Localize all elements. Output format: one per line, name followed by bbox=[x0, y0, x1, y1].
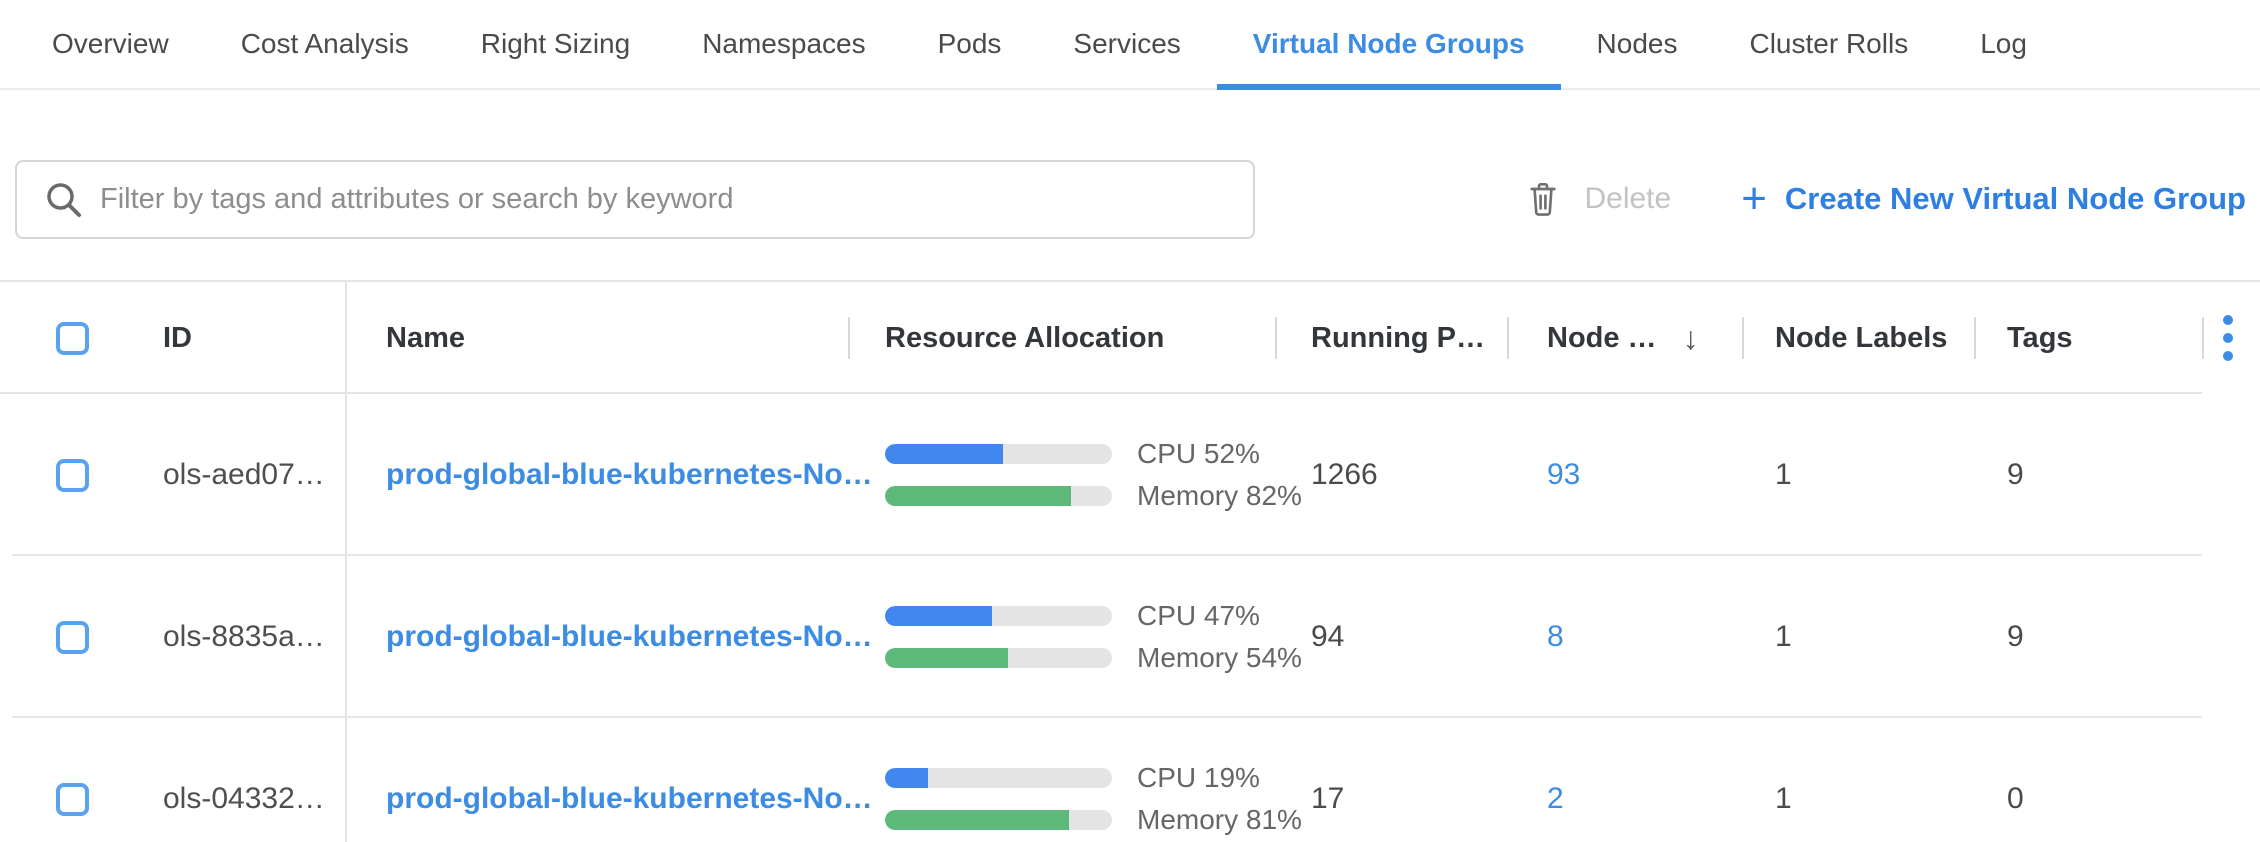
row-id: ols-8835a… bbox=[163, 620, 325, 654]
row-checkbox[interactable] bbox=[56, 621, 89, 654]
cpu-label: CPU 52% bbox=[1137, 438, 1260, 470]
cpu-label: CPU 19% bbox=[1137, 762, 1260, 794]
row-name-link[interactable]: prod-global-blue-kubernetes-No… bbox=[386, 620, 873, 654]
tab-namespaces[interactable]: Namespaces bbox=[666, 0, 901, 88]
column-header-running-pods[interactable]: Running P… bbox=[1311, 322, 1485, 355]
memory-bar bbox=[885, 486, 1112, 506]
filter-search-box[interactable] bbox=[15, 160, 1255, 239]
column-header-id[interactable]: ID bbox=[163, 322, 192, 355]
sort-desc-icon[interactable]: ↓ bbox=[1683, 320, 1699, 357]
delete-label: Delete bbox=[1584, 182, 1671, 216]
cpu-label: CPU 47% bbox=[1137, 600, 1260, 632]
tab-virtual-node-groups[interactable]: Virtual Node Groups bbox=[1217, 0, 1561, 88]
delete-button[interactable]: Delete bbox=[1527, 180, 1671, 218]
table-row: ols-04332… prod-global-blue-kubernetes-N… bbox=[0, 718, 2260, 842]
create-label: Create New Virtual Node Group bbox=[1785, 181, 2246, 217]
column-options-kebab-icon[interactable] bbox=[2223, 315, 2233, 361]
running-pods-value: 17 bbox=[1311, 782, 1344, 816]
nodes-count-link[interactable]: 93 bbox=[1547, 458, 1580, 492]
tab-pods[interactable]: Pods bbox=[902, 0, 1038, 88]
table-row: ols-8835a… prod-global-blue-kubernetes-N… bbox=[0, 556, 2260, 718]
search-icon bbox=[45, 181, 82, 218]
cpu-bar bbox=[885, 606, 1112, 626]
row-id: ols-aed07… bbox=[163, 458, 325, 492]
tags-value: 0 bbox=[2007, 782, 2024, 816]
table-row: ols-aed07… prod-global-blue-kubernetes-N… bbox=[0, 394, 2260, 556]
tab-overview[interactable]: Overview bbox=[16, 0, 205, 88]
virtual-node-groups-table: ID Name Resource Allocation Running P… N… bbox=[0, 280, 2260, 842]
node-labels-value: 1 bbox=[1775, 782, 1792, 816]
tab-right-sizing[interactable]: Right Sizing bbox=[445, 0, 666, 88]
node-labels-value: 1 bbox=[1775, 620, 1792, 654]
tags-value: 9 bbox=[2007, 458, 2024, 492]
column-header-nodes[interactable]: Node … bbox=[1547, 322, 1657, 355]
row-checkbox[interactable] bbox=[56, 783, 89, 816]
nodes-count-link[interactable]: 8 bbox=[1547, 620, 1564, 654]
row-id: ols-04332… bbox=[163, 782, 325, 816]
memory-bar bbox=[885, 648, 1112, 668]
select-all-checkbox[interactable] bbox=[56, 322, 89, 355]
row-name-link[interactable]: prod-global-blue-kubernetes-No… bbox=[386, 458, 873, 492]
tags-value: 9 bbox=[2007, 620, 2024, 654]
row-name-link[interactable]: prod-global-blue-kubernetes-No… bbox=[386, 782, 873, 816]
column-header-name[interactable]: Name bbox=[386, 322, 465, 355]
row-checkbox[interactable] bbox=[56, 459, 89, 492]
cpu-bar bbox=[885, 768, 1112, 788]
trash-icon bbox=[1527, 180, 1559, 218]
plus-icon: + bbox=[1741, 177, 1767, 221]
toolbar: Delete + Create New Virtual Node Group bbox=[0, 159, 2260, 239]
table-header: ID Name Resource Allocation Running P… N… bbox=[0, 282, 2260, 394]
search-input[interactable] bbox=[100, 183, 1253, 216]
memory-bar bbox=[885, 810, 1112, 830]
nodes-count-link[interactable]: 2 bbox=[1547, 782, 1564, 816]
create-new-virtual-node-group-button[interactable]: + Create New Virtual Node Group bbox=[1741, 177, 2246, 221]
cpu-bar bbox=[885, 444, 1112, 464]
tab-cluster-rolls[interactable]: Cluster Rolls bbox=[1713, 0, 1944, 88]
column-header-resource-allocation[interactable]: Resource Allocation bbox=[885, 322, 1164, 355]
running-pods-value: 1266 bbox=[1311, 458, 1378, 492]
tab-cost-analysis[interactable]: Cost Analysis bbox=[205, 0, 445, 88]
tab-log[interactable]: Log bbox=[1944, 0, 2063, 88]
column-header-tags[interactable]: Tags bbox=[2007, 322, 2073, 355]
tab-services[interactable]: Services bbox=[1037, 0, 1216, 88]
tab-nodes[interactable]: Nodes bbox=[1561, 0, 1714, 88]
node-labels-value: 1 bbox=[1775, 458, 1792, 492]
running-pods-value: 94 bbox=[1311, 620, 1344, 654]
column-header-node-labels[interactable]: Node Labels bbox=[1775, 322, 1947, 355]
tab-bar: Overview Cost Analysis Right Sizing Name… bbox=[0, 0, 2260, 90]
